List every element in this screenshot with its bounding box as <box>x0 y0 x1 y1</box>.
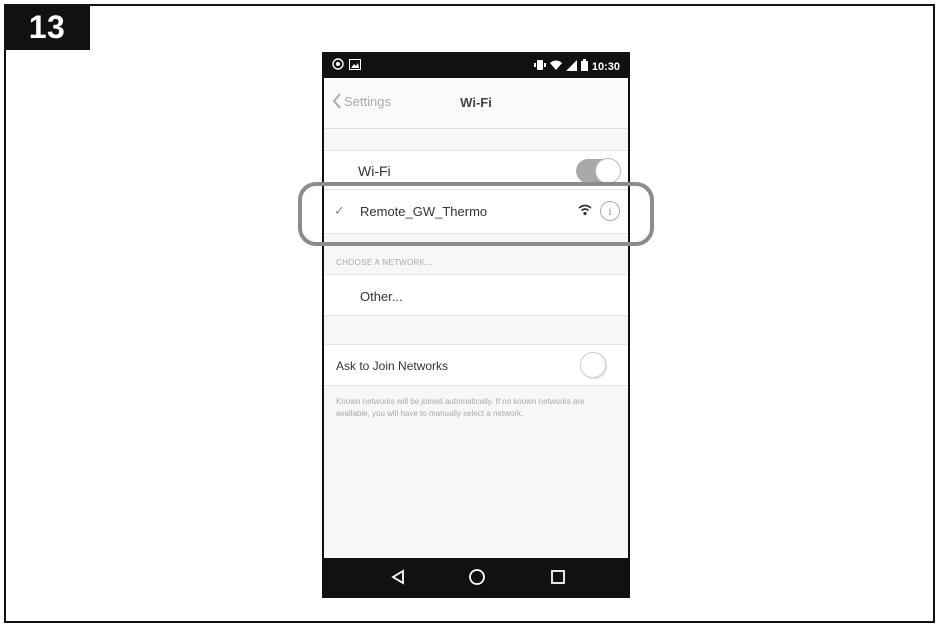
status-time: 10:30 <box>591 60 620 73</box>
whatsapp-icon <box>332 58 344 73</box>
battery-icon <box>580 59 588 74</box>
network-highlight-outline <box>298 182 654 246</box>
ask-to-join-label: Ask to Join Networks <box>336 359 449 373</box>
recents-square-icon[interactable] <box>548 567 568 587</box>
ask-to-join-toggle[interactable] <box>576 352 620 378</box>
step-number-badge: 13 <box>4 4 90 50</box>
toggle-knob <box>595 158 621 184</box>
page-title: Wi-Fi <box>460 95 492 110</box>
other-network-row[interactable]: Other... <box>324 274 628 316</box>
wifi-toggle[interactable] <box>576 158 621 184</box>
wifi-icon <box>549 60 562 74</box>
ask-to-join-footnote: Known networks will be joined automatica… <box>336 397 585 418</box>
phone-screen: 10:30 Settings Wi-Fi Wi-Fi ✓ Remote_GW_T… <box>322 52 630 598</box>
other-label: Other... <box>360 289 403 304</box>
image-icon <box>349 58 361 73</box>
choose-network-header: CHOOSE A NETWORK... <box>336 258 433 267</box>
android-nav-bar <box>324 558 628 596</box>
home-circle-icon[interactable] <box>467 567 487 587</box>
ask-to-join-row: Ask to Join Networks <box>324 344 628 386</box>
back-triangle-icon[interactable] <box>388 567 408 587</box>
toggle-knob <box>580 352 606 378</box>
wifi-label: Wi-Fi <box>358 163 391 179</box>
navigation-header: Settings Wi-Fi <box>324 78 628 129</box>
signal-icon <box>565 59 577 74</box>
status-bar: 10:30 <box>324 54 628 78</box>
vibrate-icon <box>533 59 546 74</box>
